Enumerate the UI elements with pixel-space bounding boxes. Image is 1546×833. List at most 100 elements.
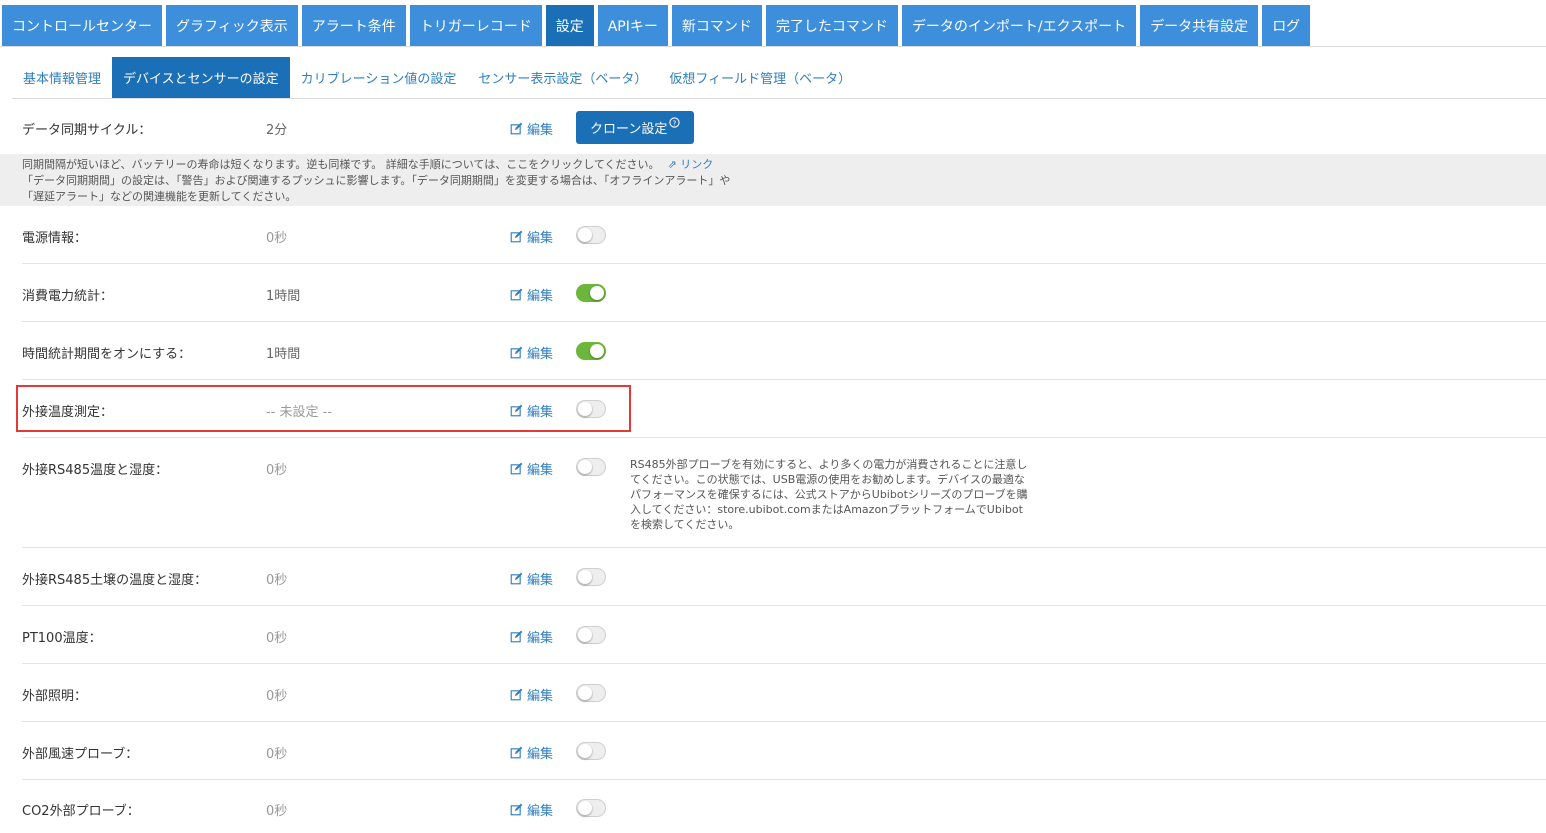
setting-label: 外接RS485土壌の温度と湿度： [22,573,208,588]
toggle-knob [578,570,592,584]
setting-row-external-light: 外部照明： 0秒 編集 [22,664,1546,722]
setting-label: 外部風速プローブ： [22,747,139,762]
setting-row-external-temp: 外接温度測定： -- 未設定 -- 編集 [22,380,1546,438]
setting-row-time-stats: 時間統計期間をオンにする： 1時間 編集 [22,322,1546,380]
setting-row-power-stats: 消費電力統計： 1時間 編集 [22,264,1546,322]
toggle-knob [590,344,604,358]
info-line-3: 「遅延アラート」などの関連機能を更新してください。 [22,190,297,203]
edit-icon [510,404,523,417]
sync-cycle-value: 2分 [266,123,288,138]
tab-settings[interactable]: 設定 [545,5,594,46]
edit-label: 編集 [527,123,554,138]
time-stats-toggle[interactable] [576,342,606,360]
clone-settings-button[interactable]: クローン設定 ? [576,111,695,144]
edit-label: 編集 [527,405,554,420]
wind-probe-toggle[interactable] [576,742,606,760]
subtab-basic-info[interactable]: 基本情報管理 [12,57,112,98]
tab-log[interactable]: ログ [1262,5,1311,46]
edit-button[interactable]: 編集 [510,227,553,246]
tab-trigger-records[interactable]: トリガーレコード [409,5,542,46]
subtab-calibration[interactable]: カリブレーション値の設定 [290,57,468,98]
power-stats-toggle[interactable] [576,284,606,302]
info-panel: 同期間隔が短いほど、バッテリーの寿命は短くなります。逆も同様です。 詳細な手順に… [0,154,1546,206]
edit-label: 編集 [527,231,554,246]
setting-label: 外部照明： [22,689,88,704]
setting-row-co2-probe: CO2外部プローブ： 0秒 編集 [22,780,1546,833]
setting-label: 時間統計期間をオンにする： [22,347,192,362]
subtab-sensor-display[interactable]: センサー表示設定（ベータ） [467,57,658,98]
setting-value: 1時間 [266,347,301,362]
edit-label: 編集 [527,631,554,646]
edit-icon [510,462,523,475]
external-light-toggle[interactable] [576,684,606,702]
tab-control-center[interactable]: コントロールセンター [2,5,162,46]
edit-label: 編集 [527,463,554,478]
setting-value: 0秒 [266,747,288,762]
setting-label: 消費電力統計： [22,289,114,304]
clone-settings-label: クローン設定 [590,122,668,137]
edit-button[interactable]: 編集 [510,401,553,420]
tab-api-key[interactable]: APIキー [597,5,668,46]
co2-probe-toggle[interactable] [576,799,606,817]
subtab-device-sensor-settings[interactable]: デバイスとセンサーの設定 [112,57,290,98]
tab-alert-conditions[interactable]: アラート条件 [301,5,406,46]
edit-button[interactable]: 編集 [510,343,553,362]
setting-row-rs485-temp-humidity: 外接RS485温度と湿度： 0秒 編集 RS485外部プローブを有効にすると、よ… [22,438,1546,548]
edit-button[interactable]: 編集 [510,627,553,646]
setting-value: 0秒 [266,804,288,819]
setting-row-pt100: PT100温度： 0秒 編集 [22,606,1546,664]
edit-button[interactable]: 編集 [510,285,553,304]
tab-graphics[interactable]: グラフィック表示 [166,5,298,46]
setting-value: 1時間 [266,289,301,304]
edit-icon [510,688,523,701]
top-nav: コントロールセンター グラフィック表示 アラート条件 トリガーレコード 設定 A… [0,0,1546,47]
toggle-knob [578,801,592,815]
setting-label: PT100温度： [22,631,102,646]
tab-data-import-export[interactable]: データのインポート/エクスポート [901,5,1137,46]
rs485-note: RS485外部プローブを有効にすると、より多くの電力が消費されることに注意してく… [630,458,1028,531]
setting-value: 0秒 [266,463,288,478]
sync-cycle-label: データ同期サイクル： [22,123,152,138]
tab-new-command[interactable]: 新コマンド [671,5,762,46]
edit-label: 編集 [527,747,554,762]
sync-edit-button[interactable]: 編集 [510,119,553,138]
setting-label: CO2外部プローブ： [22,804,140,819]
toggle-knob [578,744,592,758]
setting-row-power-info: 電源情報： 0秒 編集 [22,206,1546,264]
external-temp-toggle[interactable] [576,400,606,418]
edit-button[interactable]: 編集 [510,800,553,819]
subtab-virtual-fields[interactable]: 仮想フィールド管理（ベータ） [658,57,862,98]
tab-completed-commands[interactable]: 完了したコマンド [765,5,898,46]
edit-label: 編集 [527,289,554,304]
edit-icon [510,803,523,816]
edit-icon [510,572,523,585]
setting-label: 外接RS485温度と湿度： [22,463,169,478]
power-info-toggle[interactable] [576,226,606,244]
info-text-1: 同期間隔が短いほど、バッテリーの寿命は短くなります。逆も同様です。 詳細な手順に… [22,158,660,171]
edit-button[interactable]: 編集 [510,685,553,704]
rs485-temp-humidity-toggle[interactable] [576,458,606,476]
edit-label: 編集 [527,347,554,362]
toggle-knob [590,286,604,300]
edit-icon [510,630,523,643]
setting-value: -- 未設定 -- [266,405,333,420]
setting-label: 外接温度測定： [22,405,114,420]
setting-value: 0秒 [266,689,288,704]
edit-button[interactable]: 編集 [510,459,553,478]
edit-icon [510,288,523,301]
edit-button[interactable]: 編集 [510,569,553,588]
setting-label: 電源情報： [22,231,88,246]
pt100-toggle[interactable] [576,626,606,644]
toggle-knob [578,686,592,700]
edit-icon [510,230,523,243]
share-icon: ⇗ [667,158,681,171]
rs485-soil-toggle[interactable] [576,568,606,586]
info-line-1: 同期間隔が短いほど、バッテリーの寿命は短くなります。逆も同様です。 詳細な手順に… [22,157,1546,173]
edit-button[interactable]: 編集 [510,743,553,762]
edit-icon [510,746,523,759]
help-glyph: ? [673,118,677,127]
info-link[interactable]: ⇗ リンク [668,158,714,171]
tab-data-sharing[interactable]: データ共有設定 [1140,5,1259,46]
info-line-2: 「データ同期期間」の設定は、「警告」および関連するプッシュに影響します。「データ… [22,174,731,187]
edit-label: 編集 [527,573,554,588]
